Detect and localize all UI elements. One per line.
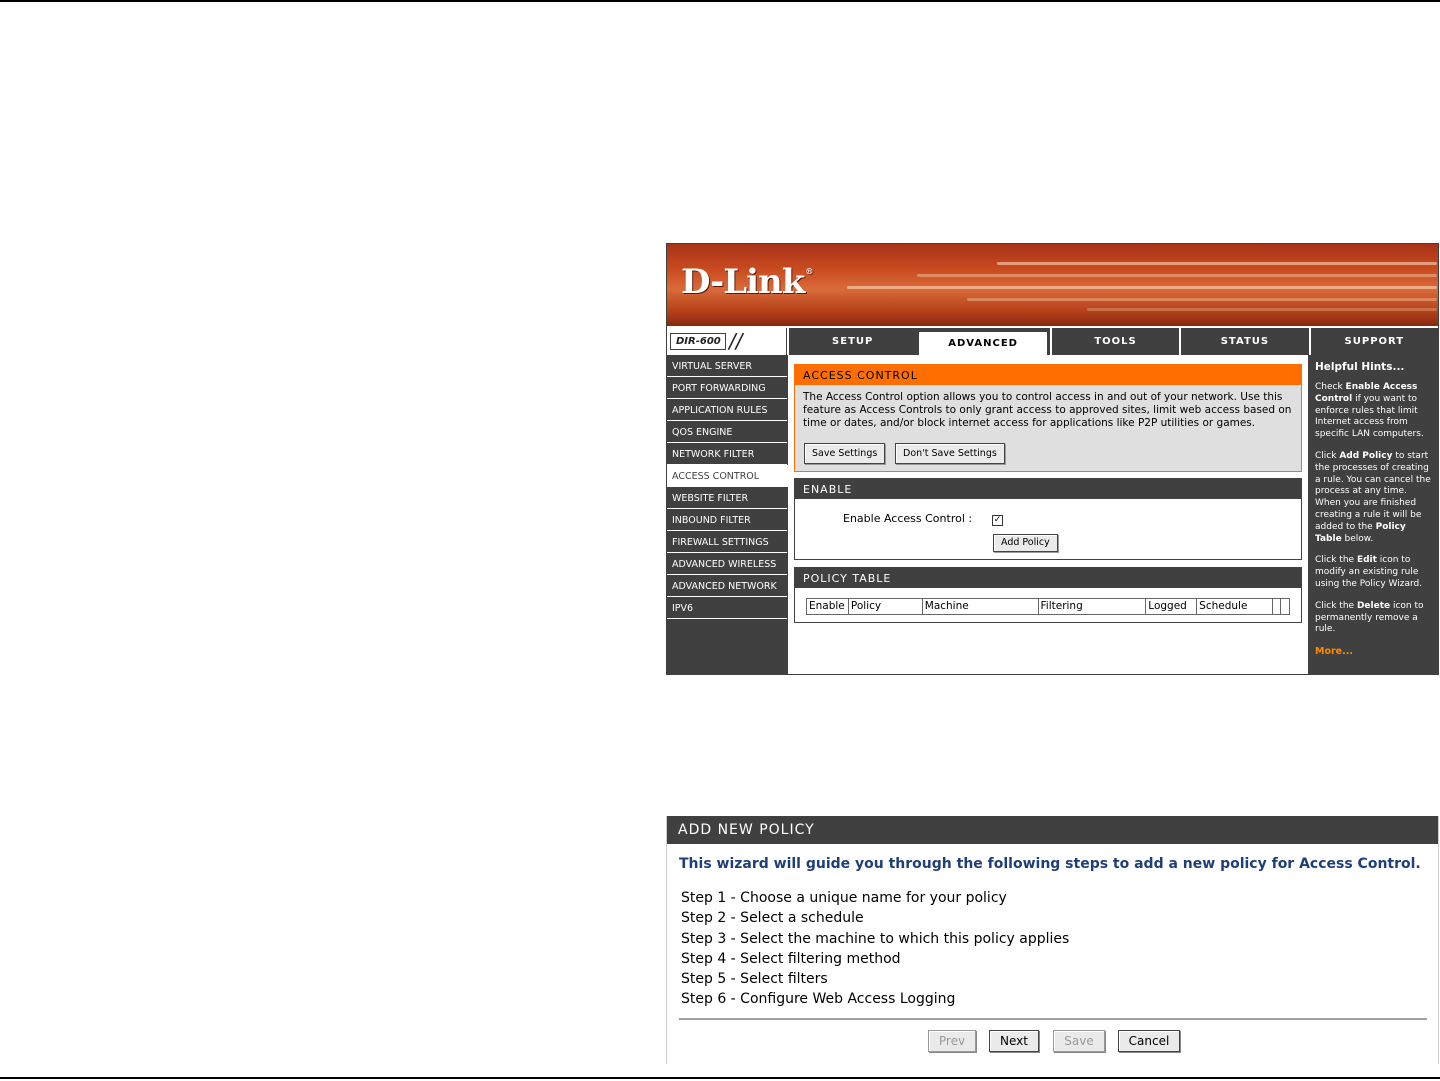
page-bottom-rule [0, 1077, 1440, 1079]
wizard-step: Step 3 - Select the machine to which thi… [681, 930, 1070, 947]
hint-delete: Click the Delete icon to permanently rem… [1315, 600, 1424, 635]
col-edit [1273, 599, 1281, 614]
model-badge: DIR-600 // [667, 328, 787, 355]
wizard-steps: Step 1 - Choose a unique name for your p… [681, 890, 1069, 1012]
access-control-description: The Access Control option allows you to … [803, 391, 1292, 429]
col-policy: Policy [849, 599, 923, 614]
hints-more-link[interactable]: More... [1315, 646, 1433, 657]
enable-section: ENABLE Enable Access Control : ✓ Add Pol… [794, 478, 1302, 560]
hint-add-policy: Click Add Policy to start the processes … [1315, 450, 1431, 544]
wizard-intro: This wizard will guide you through the f… [679, 856, 1421, 872]
tab-advanced[interactable]: ADVANCED [917, 330, 1049, 357]
sidebar-item-virtual-server[interactable]: VIRTUAL SERVER [667, 355, 787, 377]
sidebar-item-website-filter[interactable]: WEBSITE FILTER [667, 487, 787, 509]
dont-save-settings-button[interactable]: Don't Save Settings [895, 443, 1005, 464]
access-control-title: ACCESS CONTROL [795, 365, 1301, 385]
main-content: ACCESS CONTROL The Access Control option… [788, 355, 1308, 674]
col-schedule: Schedule [1197, 599, 1274, 614]
sidebar-item-application-rules[interactable]: APPLICATION RULES [667, 399, 787, 421]
wizard-step: Step 2 - Select a schedule [681, 910, 864, 927]
save-settings-button[interactable]: Save Settings [804, 443, 886, 464]
sidebar-item-inbound-filter[interactable]: INBOUND FILTER [667, 509, 787, 531]
slash-decoration: // [729, 329, 743, 353]
next-button[interactable]: Next [989, 1030, 1039, 1052]
policy-table-section: POLICY TABLE Enable Policy Machine Filte… [794, 567, 1302, 623]
sidebar: VIRTUAL SERVER PORT FORWARDING APPLICATI… [667, 355, 789, 674]
router-admin-window: D-Link® DIR-600 // SETUP ADVANCED TOOLS … [666, 243, 1439, 675]
hint-edit: Click the Edit icon to modify an existin… [1315, 555, 1423, 589]
wizard-step: Step 5 - Select filters [681, 971, 828, 988]
model-label: DIR-600 [670, 333, 726, 350]
tab-status[interactable]: STATUS [1179, 328, 1308, 355]
sidebar-item-port-forwarding[interactable]: PORT FORWARDING [667, 377, 787, 399]
hints-title: Helpful Hints... [1315, 361, 1405, 373]
col-logged: Logged [1146, 599, 1198, 614]
col-machine: Machine [923, 599, 1039, 614]
enable-access-control-checkbox[interactable]: ✓ [992, 515, 1003, 526]
sidebar-item-network-filter[interactable]: NETWORK FILTER [667, 443, 787, 465]
sidebar-item-access-control[interactable]: ACCESS CONTROL [667, 465, 789, 487]
dlink-logo: D-Link® [681, 262, 813, 302]
wizard-step: Step 6 - Configure Web Access Logging [681, 991, 956, 1008]
hint-enable: Check Enable Access Control if you want … [1315, 382, 1424, 440]
save-button[interactable]: Save [1053, 1030, 1105, 1052]
col-delete [1281, 599, 1289, 614]
dlink-banner: D-Link® [667, 244, 1438, 326]
sidebar-item-firewall-settings[interactable]: FIREWALL SETTINGS [667, 531, 787, 553]
add-policy-button[interactable]: Add Policy [993, 534, 1058, 552]
tab-setup[interactable]: SETUP [787, 328, 916, 355]
wizard-title: ADD NEW POLICY [667, 816, 1438, 844]
sidebar-item-ipv6[interactable]: IPV6 [667, 597, 787, 619]
wizard-step: Step 4 - Select filtering method [681, 950, 901, 967]
wizard-step: Step 1 - Choose a unique name for your p… [681, 890, 1007, 906]
tab-support[interactable]: SUPPORT [1308, 328, 1438, 355]
sidebar-item-advanced-network[interactable]: ADVANCED NETWORK [667, 575, 787, 597]
col-filtering: Filtering [1039, 599, 1147, 614]
cancel-button[interactable]: Cancel [1118, 1030, 1180, 1052]
page-top-rule [0, 0, 1440, 2]
sidebar-item-qos-engine[interactable]: QOS ENGINE [667, 421, 787, 443]
add-new-policy-wizard: ADD NEW POLICY This wizard will guide yo… [666, 816, 1439, 1064]
col-enable: Enable [807, 599, 849, 614]
enable-access-control-label: Enable Access Control : [843, 512, 973, 525]
prev-button[interactable]: Prev [928, 1030, 976, 1052]
wizard-divider [679, 1018, 1427, 1020]
top-nav-tabs: DIR-600 // SETUP ADVANCED TOOLS STATUS S… [667, 326, 1438, 357]
policy-table: Enable Policy Machine Filtering Logged S… [806, 598, 1290, 615]
policy-table-title: POLICY TABLE [795, 568, 1301, 588]
access-control-section: ACCESS CONTROL The Access Control option… [794, 364, 1302, 472]
helpful-hints-panel: Helpful Hints... Check Enable Access Con… [1309, 355, 1438, 674]
tab-tools[interactable]: TOOLS [1049, 328, 1179, 355]
enable-title: ENABLE [795, 479, 1301, 499]
sidebar-item-advanced-wireless[interactable]: ADVANCED WIRELESS [667, 553, 787, 575]
